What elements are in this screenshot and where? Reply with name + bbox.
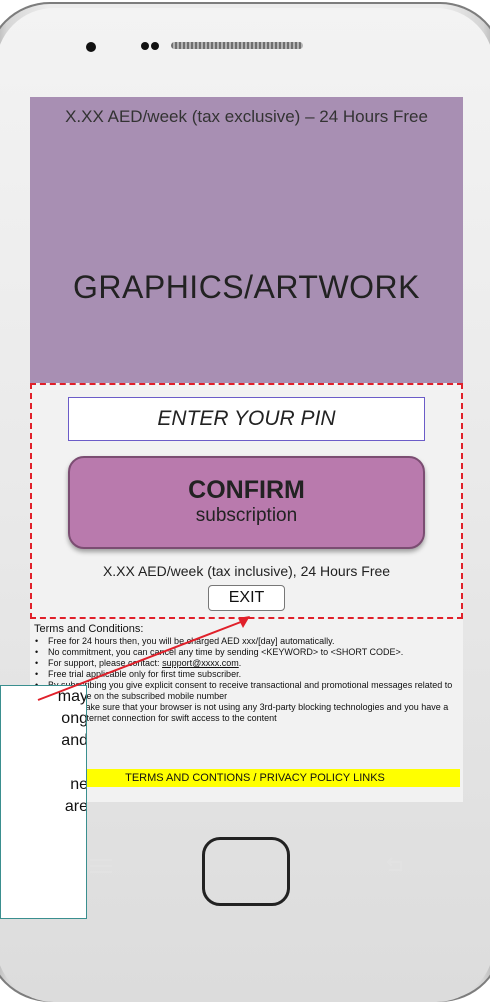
terms-item-support: For support, please contact: support@xxx… [35, 658, 462, 669]
sensor-icon [151, 42, 159, 50]
sensor-icon [141, 42, 149, 50]
price-top: X.XX AED/week (tax exclusive) – 24 Hours… [65, 107, 428, 126]
callout-line [1, 752, 86, 774]
support-email-link[interactable]: support@xxxx.com [162, 658, 239, 668]
support-text: For support, please contact: [48, 658, 163, 668]
back-icon[interactable] [383, 856, 405, 876]
callout-line: ong [61, 710, 87, 727]
confirm-label: CONFIRM [188, 476, 305, 505]
confirm-sublabel: subscription [195, 504, 298, 526]
terms-section: Terms and Conditions: Free for 24 hours … [34, 624, 462, 724]
speaker-grille-icon [171, 42, 303, 49]
callout-text: may ong and ne are [1, 686, 87, 818]
callout-line: ne [70, 776, 87, 793]
terms-item: Please make sure that your browser is no… [35, 702, 462, 724]
home-button[interactable] [202, 837, 290, 906]
terms-list: Free for 24 hours then, you will be char… [34, 636, 462, 724]
pin-input[interactable]: ENTER YOUR PIN [68, 397, 425, 441]
annotation-callout: may ong and ne are [0, 685, 87, 919]
hero-banner: X.XX AED/week (tax exclusive) – 24 Hours… [30, 97, 463, 383]
terms-item: No commitment, you can cancel any time b… [35, 647, 462, 658]
confirm-button[interactable]: CONFIRM subscription [68, 456, 425, 549]
artwork-placeholder: GRAPHICS/ARTWORK [73, 269, 420, 305]
callout-line: are [64, 798, 87, 815]
exit-button[interactable]: EXIT [208, 585, 285, 611]
back-arrow-icon [386, 857, 402, 871]
terms-item: Free trial applicable only for first tim… [35, 669, 462, 680]
phone-screen: X.XX AED/week (tax exclusive) – 24 Hours… [30, 97, 463, 802]
terms-item: Free for 24 hours then, you will be char… [35, 636, 462, 647]
front-camera-icon [86, 42, 96, 52]
support-suffix: . [238, 658, 242, 668]
price-bottom: X.XX AED/week (tax inclusive), 24 Hours … [102, 563, 391, 579]
callout-line: and [61, 732, 87, 749]
terms-title: Terms and Conditions: [34, 623, 144, 635]
terms-item: By subscribing you give explicit consent… [35, 680, 462, 702]
menu-icon[interactable] [90, 859, 112, 875]
policy-links[interactable]: TERMS AND CONTIONS / PRIVACY POLICY LINK… [50, 769, 460, 787]
callout-line: may [57, 688, 87, 705]
